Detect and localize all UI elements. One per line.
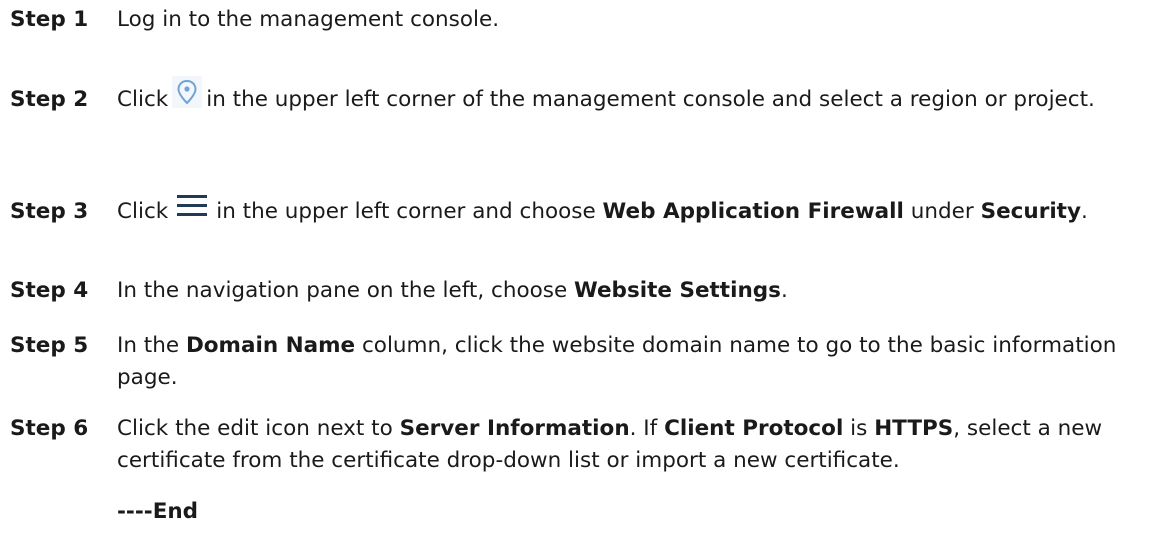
step-label: Step 3 — [10, 199, 89, 224]
menu-icon — [172, 191, 212, 221]
step-text: Log in to the management console. — [117, 7, 500, 32]
location-pin-icon — [172, 76, 203, 108]
step-label: Step 1 — [10, 7, 89, 32]
end-marker: ----End — [117, 499, 199, 524]
step-text: Click the edit icon next to Server Infor… — [117, 416, 1103, 473]
step-label: Step 4 — [10, 278, 89, 303]
step-text: In the Domain Name column, click the web… — [117, 333, 1117, 390]
step-text: Click in the upper left corner of the ma… — [117, 76, 1162, 116]
step-label: Step 2 — [10, 87, 89, 112]
step-text: In the navigation pane on the left, choo… — [117, 278, 788, 303]
step-label: Step 6 — [10, 416, 89, 441]
step-label: Step 5 — [10, 333, 89, 358]
step-text: Click in the upper left corner and choos… — [117, 195, 1162, 228]
